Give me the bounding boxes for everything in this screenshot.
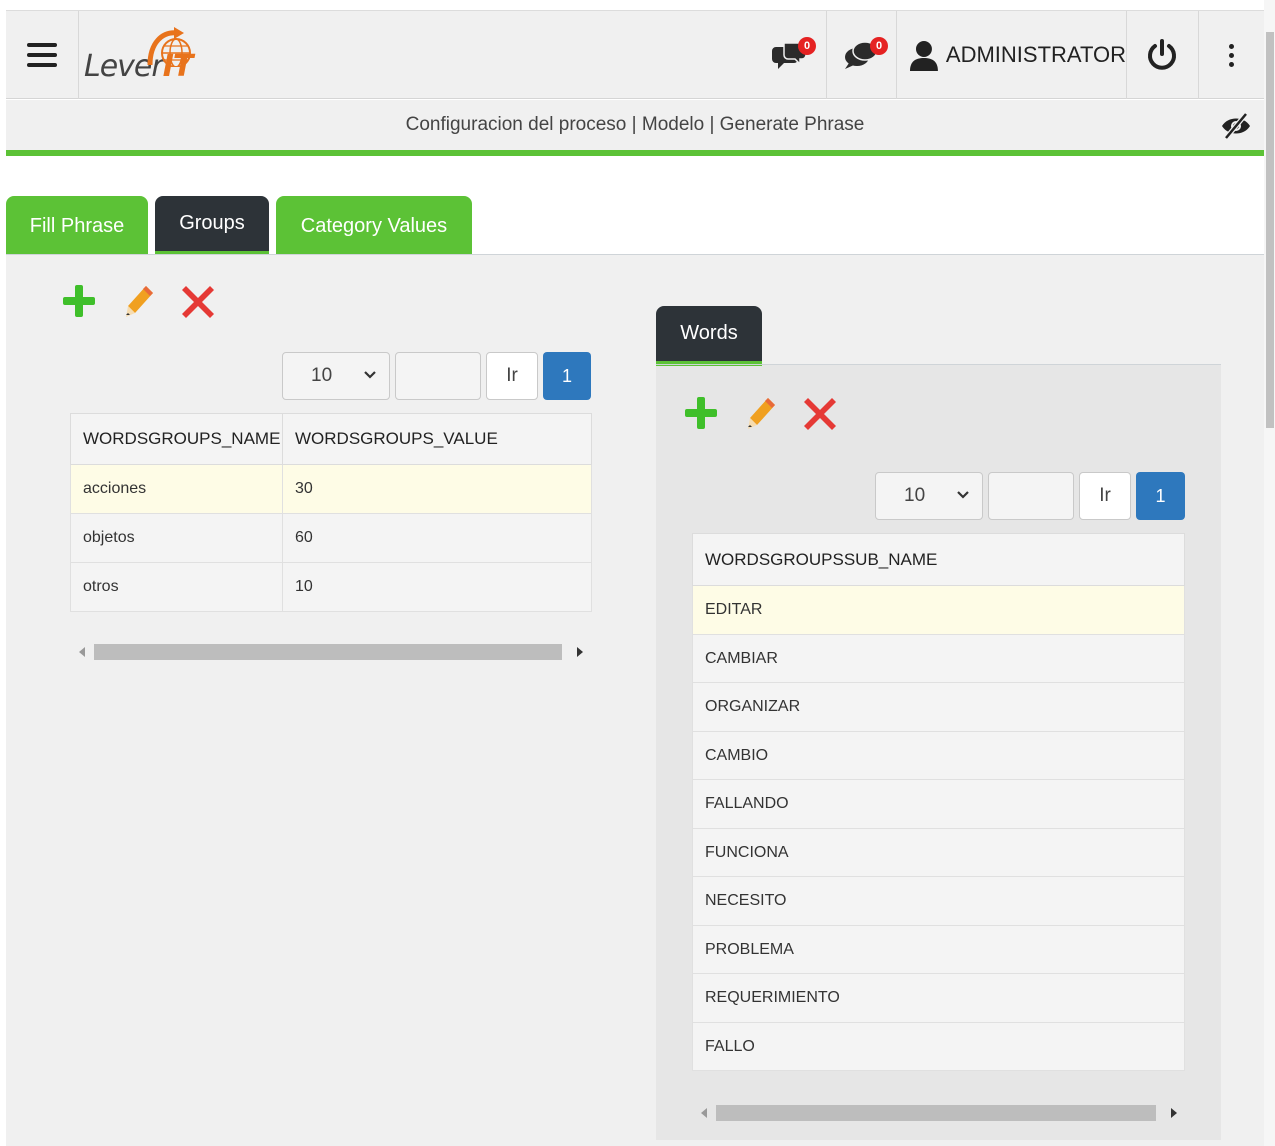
add-word-button[interactable] — [682, 394, 720, 432]
page-size-select[interactable]: 10 — [875, 472, 983, 520]
table-cell: EDITAR — [692, 585, 1185, 635]
words-horizontal-scrollbar[interactable] — [692, 1103, 1185, 1123]
table-row[interactable]: otros 10 — [70, 562, 592, 612]
table-row[interactable]: CAMBIAR — [692, 634, 1185, 683]
table-row[interactable]: objetos 60 — [70, 513, 592, 563]
table-cell: otros — [70, 562, 283, 612]
add-group-button[interactable] — [60, 282, 98, 320]
delete-word-button[interactable] — [800, 394, 840, 432]
edit-group-button[interactable] — [120, 282, 158, 320]
user-name: ADMINISTRATOR — [945, 42, 1126, 67]
user-icon — [909, 41, 938, 71]
table-row[interactable]: CAMBIO — [692, 731, 1185, 780]
pencil-icon — [748, 398, 775, 429]
app-page: LeverIT 0 0 ADMINISTRATOR Configuracion … — [0, 0, 1275, 1146]
table-row[interactable]: NECESITO — [692, 876, 1185, 926]
more-vert-icon — [1228, 42, 1234, 69]
chevron-down-icon — [364, 371, 376, 379]
table-cell: FALLANDO — [692, 779, 1185, 829]
breadcrumb: Configuracion del proceso | Modelo | Gen… — [405, 114, 865, 135]
logo[interactable]: LeverIT — [80, 11, 210, 99]
table-cell: CAMBIO — [692, 731, 1185, 780]
table-cell: ORGANIZAR — [692, 682, 1185, 732]
chevron-down-icon — [957, 491, 969, 499]
table-cell: PROBLEMA — [692, 925, 1185, 974]
user-menu[interactable]: ADMINISTRATOR — [896, 11, 1126, 99]
table-cell: REQUERIMIENTO — [692, 973, 1185, 1023]
table-cell: CAMBIAR — [692, 634, 1185, 683]
table-row[interactable]: FALLO — [692, 1022, 1185, 1071]
column-header[interactable]: WORDSGROUPS_VALUE — [282, 413, 592, 465]
header-divider — [6, 150, 1264, 156]
scroll-right-icon[interactable] — [1171, 1108, 1177, 1118]
notification-badge: 0 — [798, 37, 816, 55]
page-size-value: 10 — [904, 485, 926, 506]
table-cell: FUNCIONA — [692, 828, 1185, 877]
tab-words[interactable]: Words — [656, 306, 762, 366]
page-size-value: 10 — [311, 365, 333, 386]
words-table: WORDSGROUPSSUB_NAME EDITAR CAMBIAR ORGAN… — [692, 533, 1185, 1071]
logo-globe-icon — [147, 27, 191, 67]
power-icon — [1148, 39, 1176, 70]
top-bar: LeverIT 0 0 ADMINISTRATOR — [6, 10, 1264, 99]
tab-fill-phrase[interactable]: Fill Phrase — [6, 196, 148, 256]
table-cell: 30 — [282, 464, 592, 514]
pencil-icon — [126, 286, 153, 317]
page-1-button[interactable]: 1 — [543, 352, 591, 400]
scroll-left-icon[interactable] — [79, 647, 85, 657]
page-size-select[interactable]: 10 — [282, 352, 390, 400]
edit-word-button[interactable] — [742, 394, 780, 432]
x-icon — [804, 398, 836, 430]
delete-group-button[interactable] — [178, 282, 218, 320]
table-row[interactable]: ORGANIZAR — [692, 682, 1185, 732]
words-tab-underline — [656, 364, 1221, 365]
go-button[interactable]: Ir — [486, 352, 538, 400]
table-cell: 60 — [282, 513, 592, 563]
table-row[interactable]: FUNCIONA — [692, 828, 1185, 877]
table-cell: acciones — [70, 464, 283, 514]
tab-category-values[interactable]: Category Values — [276, 196, 472, 256]
groups-table: WORDSGROUPS_NAME WORDSGROUPS_VALUE accio… — [70, 413, 592, 612]
table-row[interactable]: EDITAR — [692, 585, 1185, 635]
notification-badge: 0 — [870, 37, 888, 55]
table-row[interactable]: REQUERIMIENTO — [692, 973, 1185, 1023]
page-number-input[interactable] — [395, 352, 481, 400]
eye-slash-icon[interactable] — [1220, 112, 1252, 140]
breadcrumb-bar: Configuracion del proceso | Modelo | Gen… — [6, 100, 1264, 152]
scroll-right-icon[interactable] — [577, 647, 583, 657]
tab-groups[interactable]: Groups — [155, 196, 269, 256]
page-1-button[interactable]: 1 — [1136, 472, 1185, 520]
go-button[interactable]: Ir — [1079, 472, 1131, 520]
scrollbar-thumb[interactable] — [1266, 32, 1274, 428]
scrollbar-thumb[interactable] — [716, 1105, 1156, 1121]
table-row[interactable]: acciones 30 — [70, 464, 592, 514]
table-row[interactable]: PROBLEMA — [692, 925, 1185, 974]
x-icon — [182, 286, 214, 318]
column-header[interactable]: WORDSGROUPS_NAME — [70, 413, 283, 465]
page-number-input[interactable] — [988, 472, 1074, 520]
plus-icon — [63, 285, 95, 317]
more-options-button[interactable] — [1198, 11, 1264, 99]
column-header[interactable]: WORDSGROUPSSUB_NAME — [692, 533, 1185, 586]
table-row[interactable]: FALLANDO — [692, 779, 1185, 829]
groups-horizontal-scrollbar[interactable] — [70, 642, 592, 662]
scrollbar-thumb[interactable] — [94, 644, 562, 660]
messages-button[interactable]: 0 — [754, 11, 826, 99]
notifications-button[interactable]: 0 — [826, 11, 896, 99]
menu-icon — [27, 40, 57, 70]
table-cell: objetos — [70, 513, 283, 563]
menu-button[interactable] — [6, 11, 78, 99]
plus-icon — [685, 397, 717, 429]
page-vertical-scrollbar[interactable] — [1264, 0, 1275, 1146]
table-cell: 10 — [282, 562, 592, 612]
scroll-left-icon[interactable] — [701, 1108, 707, 1118]
table-cell: FALLO — [692, 1022, 1185, 1071]
logout-button[interactable] — [1126, 11, 1198, 99]
table-cell: NECESITO — [692, 876, 1185, 926]
